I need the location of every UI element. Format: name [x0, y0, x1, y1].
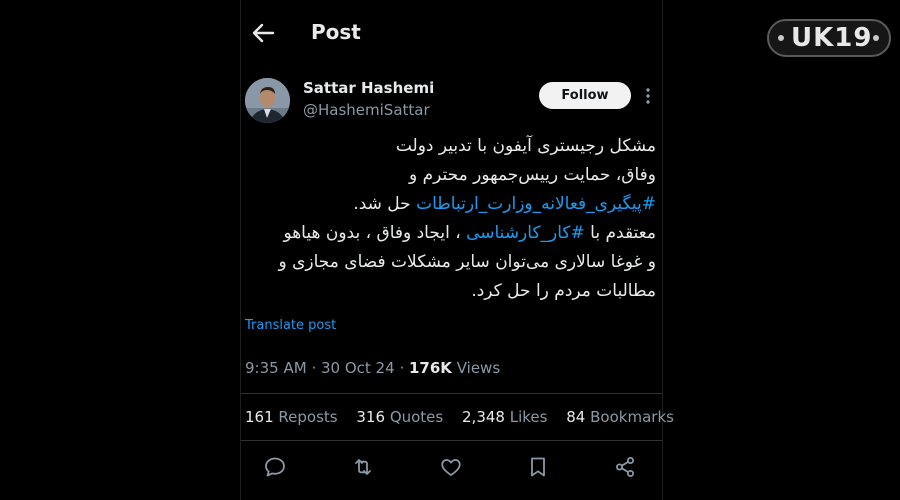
- post-text-line: #پیگیری_فعالانه_وزارت_ارتباطات حل شد.: [246, 190, 656, 219]
- avatar-photo: [245, 78, 290, 123]
- stat-label: Likes: [509, 408, 548, 426]
- post-text-fragment: معتقدم با: [584, 223, 656, 243]
- meta-separator: ·: [399, 359, 405, 377]
- stat-label: Quotes: [389, 408, 444, 426]
- author-handle[interactable]: @HashemiSattar: [303, 101, 430, 119]
- quotes-stat[interactable]: 316 Quotes: [356, 408, 443, 426]
- stat-label: Bookmarks: [590, 408, 674, 426]
- hashtag-link[interactable]: #پیگیری_فعالانه_وزارت_ارتباطات: [416, 194, 656, 214]
- stat-count: 84: [566, 408, 586, 426]
- post-text-line: معتقدم با #کار_کارشناسی ، ایجاد وفاق ، ب…: [246, 219, 656, 248]
- divider: [241, 393, 662, 394]
- post-panel: Post Sattar Hashemi @HashemiSattar Follo…: [240, 0, 674, 500]
- post-header: Post: [241, 0, 662, 64]
- repost-icon[interactable]: [351, 455, 375, 479]
- author-name[interactable]: Sattar Hashemi: [303, 79, 434, 97]
- stat-label: Reposts: [278, 408, 338, 426]
- translate-post-link[interactable]: Translate post: [245, 318, 336, 333]
- like-icon[interactable]: [439, 455, 463, 479]
- view-label: Views: [456, 359, 501, 377]
- post-text-fragment: ، ایجاد وفاق ، بدون هیاهو: [283, 223, 467, 243]
- post-time[interactable]: 9:35 AM: [245, 359, 307, 377]
- follow-button[interactable]: Follow: [539, 82, 631, 109]
- post-text-line: وفاق، حمایت رییس‌جمهور محترم و: [409, 165, 656, 185]
- engagement-stats: 161 Reposts 316 Quotes 2,348 Likes 84 Bo…: [245, 408, 688, 426]
- action-bar: [241, 455, 662, 483]
- reply-icon[interactable]: [263, 455, 287, 479]
- more-options-icon[interactable]: [642, 86, 654, 106]
- stat-count: 161: [245, 408, 274, 426]
- watermark-logo: UK19: [767, 19, 891, 57]
- view-count: 176K: [409, 359, 452, 377]
- back-arrow-icon[interactable]: [251, 22, 275, 44]
- bookmarks-stat[interactable]: 84 Bookmarks: [566, 408, 674, 426]
- post-meta: 9:35 AM · 30 Oct 24 · 176K Views: [245, 359, 500, 377]
- post-date[interactable]: 30 Oct 24: [321, 359, 395, 377]
- stat-count: 2,348: [462, 408, 505, 426]
- hashtag-link[interactable]: #کار_کارشناسی: [466, 223, 585, 243]
- divider: [241, 440, 662, 441]
- logo-dot: [873, 35, 879, 41]
- post-text-fragment: حل شد.: [353, 194, 417, 214]
- page-title: Post: [311, 20, 361, 44]
- avatar[interactable]: [245, 78, 290, 123]
- stat-count: 316: [356, 408, 386, 426]
- post-text-line: و غوغا سالاری می‌توان سایر مشکلات فضای م…: [278, 252, 657, 272]
- meta-separator: ·: [311, 359, 317, 377]
- logo-dot: [778, 35, 784, 41]
- post-text-line: مطالبات مردم را حل کرد.: [471, 281, 656, 301]
- share-icon[interactable]: [613, 455, 637, 479]
- post-text: مشکل رجیستری آیفون با تدبیر دولت وفاق، ح…: [246, 132, 657, 306]
- reposts-stat[interactable]: 161 Reposts: [245, 408, 338, 426]
- post-text-line: مشکل رجیستری آیفون با تدبیر دولت: [395, 136, 656, 156]
- likes-stat[interactable]: 2,348 Likes: [462, 408, 547, 426]
- logo-text: UK19: [791, 23, 873, 53]
- bookmark-icon[interactable]: [526, 455, 550, 479]
